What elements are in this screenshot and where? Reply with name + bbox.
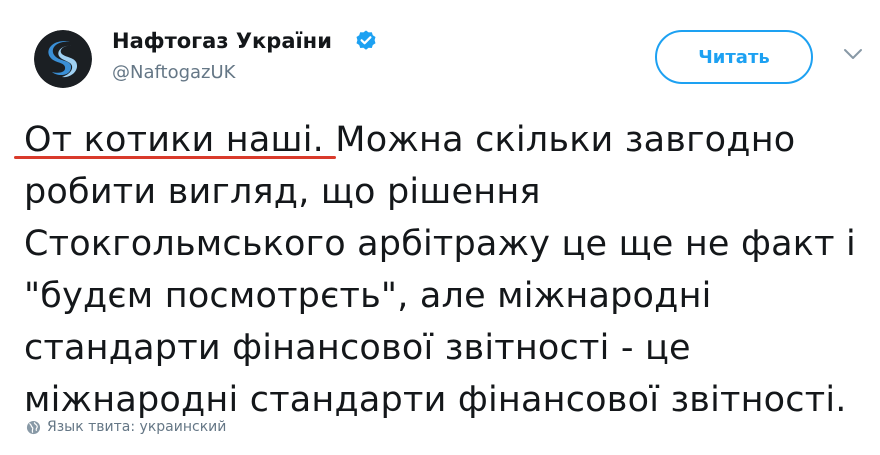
display-name[interactable]: Нафтогаз України — [112, 28, 332, 54]
tweet-text-line: робити вигляд, що рішення — [24, 172, 541, 212]
red-underline-annotation — [14, 156, 336, 159]
account-handle[interactable]: @NaftogazUK — [112, 62, 235, 84]
tweet-language: Язык твита: украинский — [26, 418, 226, 436]
chevron-down-icon[interactable] — [843, 47, 863, 61]
language-label: Язык твита: украинский — [47, 419, 227, 435]
follow-button[interactable]: Читать — [655, 30, 813, 84]
avatar[interactable] — [34, 30, 92, 88]
naftogaz-logo-icon — [34, 30, 92, 88]
globe-icon — [26, 420, 41, 434]
tweet-text-line: стандарти фінансової звітності - це — [24, 328, 691, 368]
tweet-text-line: Стокгольмського арбітражу це ще не факт … — [24, 224, 856, 264]
tweet-text-line: "будєм посмотрєть", але міжнародні — [24, 276, 712, 316]
tweet-text: От котики наші. Можна скільки завгодно р… — [24, 114, 864, 426]
verified-badge-icon — [356, 30, 376, 50]
